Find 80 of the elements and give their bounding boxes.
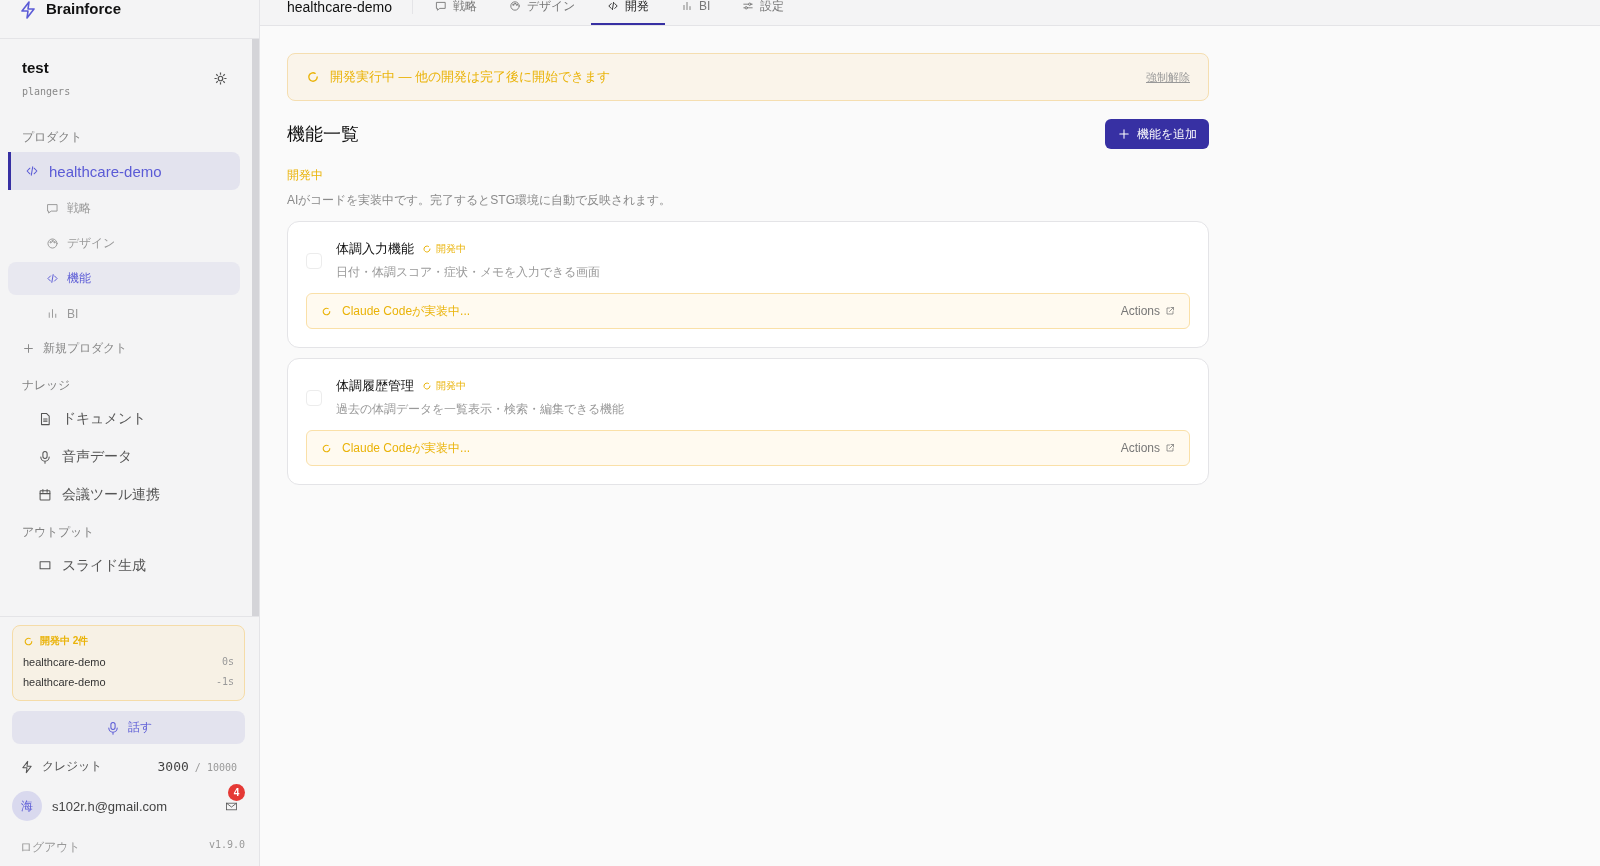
credits-separator: / <box>194 762 201 773</box>
avatar[interactable]: 海 <box>12 791 42 821</box>
status-label: 開発中 <box>436 379 466 393</box>
subnav-item[interactable]: BI <box>8 297 240 330</box>
lightning-icon <box>20 759 34 774</box>
spinner-icon <box>306 70 320 84</box>
running-title: 開発中 2件 <box>40 634 89 648</box>
palette-icon <box>46 237 59 250</box>
logout-link[interactable]: ログアウト <box>20 839 80 856</box>
project-title: healthcare-demo <box>287 0 394 14</box>
page-title: 機能一覧 <box>287 123 359 146</box>
nav-item[interactable]: 音声データ <box>8 438 240 476</box>
bar-chart-icon <box>681 0 694 12</box>
workspace-name: test <box>22 59 50 76</box>
unread-badge: 4 <box>228 783 245 801</box>
tab[interactable]: デザイン <box>493 0 592 25</box>
section-label: アウトプット <box>21 524 95 541</box>
banner-text: 開発実行中 — 他の開発は完了後に開始できます <box>330 68 611 86</box>
credits-label: クレジット <box>42 758 102 775</box>
nav-item[interactable]: 会議ツール連携 <box>8 476 240 514</box>
feature-description: 過去の体調データを一覧表示・検索・編集できる機能 <box>336 401 624 418</box>
implementation-status-text: Claude Codeが実装中... <box>342 439 471 457</box>
brand-name: Brainforce <box>46 0 122 18</box>
credits-value: 3000 <box>157 759 189 774</box>
status-label: 開発中 <box>436 242 466 256</box>
elapsed-time: -1s <box>215 676 234 688</box>
section-label: プロダクト <box>21 129 83 146</box>
feature-title: 体調入力機能 <box>336 240 414 258</box>
plus-icon <box>1117 127 1131 141</box>
tab[interactable]: 開発 <box>591 0 666 25</box>
code-icon <box>25 164 39 178</box>
external-link-icon <box>1165 306 1175 316</box>
code-icon <box>46 272 59 285</box>
spinner-icon <box>321 442 332 454</box>
section-label: ナレッジ <box>21 377 71 394</box>
tab[interactable]: BI <box>665 0 727 25</box>
subnav-item[interactable]: 戦略 <box>8 192 240 225</box>
version-label: v1.9.0 <box>208 839 245 852</box>
microphone-icon <box>105 720 120 735</box>
code-icon <box>607 0 620 12</box>
actions-link[interactable]: Actions <box>1120 441 1175 455</box>
organization-name: plangers <box>22 86 71 97</box>
external-link-icon <box>1165 443 1175 453</box>
spinner-icon <box>23 635 34 647</box>
document-icon <box>38 412 52 426</box>
calendar-icon <box>38 488 52 502</box>
force-release-link[interactable]: 強制解除 <box>1146 69 1190 85</box>
project-name: healthcare-demo <box>23 656 106 668</box>
implementation-status-text: Claude Codeが実装中... <box>342 302 471 320</box>
sliders-icon <box>742 0 755 12</box>
new-product-link[interactable]: 新規プロダクト <box>8 332 240 367</box>
elapsed-time: 0s <box>221 656 234 668</box>
user-email: s102r.h@gmail.com <box>52 798 169 814</box>
add-feature-button[interactable]: 機能を追加 <box>1105 119 1209 149</box>
subnav-item[interactable]: 機能 <box>8 262 240 295</box>
group-description: AIがコードを実装中です。完了するとSTG環境に自動で反映されます。 <box>287 192 672 209</box>
palette-icon <box>509 0 522 12</box>
project-name: healthcare-demo <box>23 676 106 688</box>
plus-icon <box>22 342 35 355</box>
bar-chart-icon <box>46 307 59 320</box>
feature-description: 日付・体調スコア・症状・メモを入力できる画面 <box>336 264 600 281</box>
nav-item[interactable]: スライド生成 <box>8 547 240 585</box>
tab[interactable]: 設定 <box>726 0 801 25</box>
nav-item[interactable]: ドキュメント <box>8 400 240 438</box>
credits-total: 10000 <box>206 762 237 773</box>
lightning-logo-icon <box>18 0 38 20</box>
actions-link[interactable]: Actions <box>1120 304 1175 318</box>
group-status: 開発中 <box>287 167 324 184</box>
spinner-icon <box>422 244 432 254</box>
speech-bubble-icon <box>435 0 448 12</box>
spinner-icon <box>321 305 332 317</box>
speech-bubble-icon <box>46 202 59 215</box>
subnav-item[interactable]: デザイン <box>8 227 240 260</box>
talk-button[interactable]: 話す <box>12 711 245 744</box>
tab[interactable]: 戦略 <box>419 0 494 25</box>
product-item[interactable]: healthcare-demo <box>8 152 240 190</box>
spinner-icon <box>422 381 432 391</box>
microphone-icon <box>38 450 52 464</box>
mail-icon[interactable] <box>226 801 237 811</box>
feature-title: 体調履歴管理 <box>336 377 414 395</box>
